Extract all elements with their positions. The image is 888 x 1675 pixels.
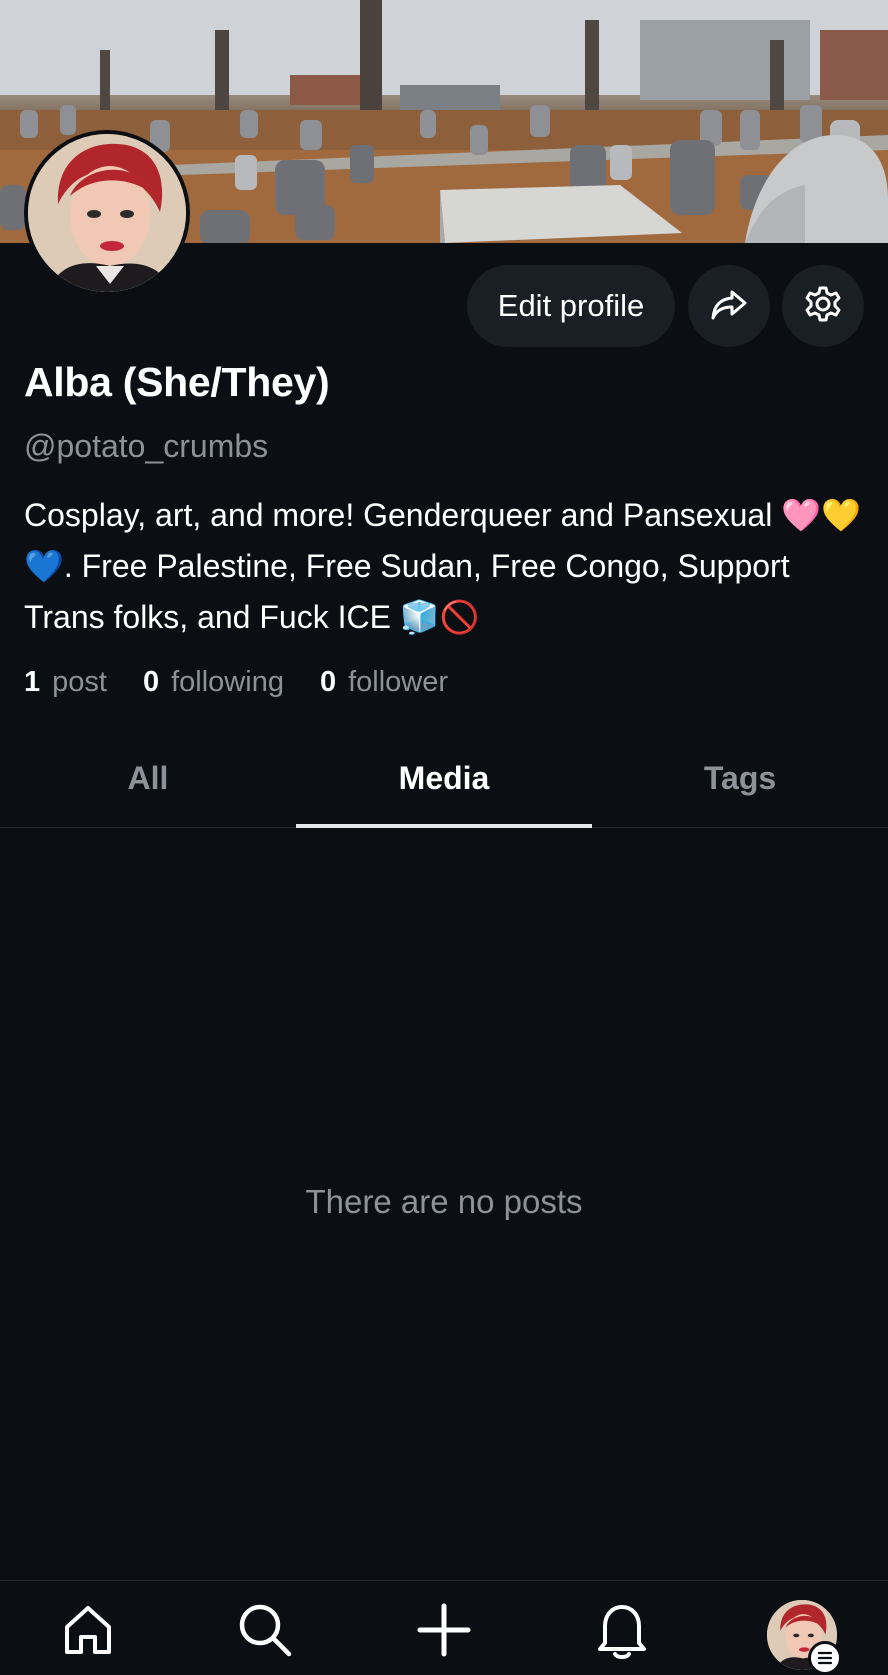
share-icon — [709, 284, 749, 329]
following-label: following — [171, 666, 284, 698]
tab-tags-label: Tags — [703, 760, 777, 796]
edit-profile-label: Edit profile — [497, 288, 645, 323]
avatar-image — [28, 134, 186, 292]
gear-icon — [803, 284, 843, 329]
tab-media-label: Media — [398, 760, 490, 796]
posts-count: 1 — [24, 666, 41, 698]
tab-media[interactable]: Media — [296, 730, 592, 828]
posts-stat[interactable]: 1 post — [24, 666, 107, 699]
posts-label: post — [52, 666, 107, 698]
share-button[interactable] — [688, 265, 770, 347]
nav-notifications[interactable] — [587, 1597, 657, 1667]
nav-home[interactable] — [53, 1597, 123, 1667]
active-tab-indicator — [296, 824, 592, 828]
bio: Cosplay, art, and more! Genderqueer and … — [24, 497, 861, 635]
tab-all-label: All — [127, 760, 169, 796]
nav-create[interactable] — [409, 1597, 479, 1667]
search-icon — [234, 1599, 296, 1666]
settings-button[interactable] — [782, 265, 864, 347]
home-icon — [59, 1601, 117, 1664]
tab-all[interactable]: All — [0, 730, 296, 827]
bell-icon — [593, 1599, 651, 1666]
display-name: Alba (She/They) — [24, 359, 330, 405]
followers-label: follower — [348, 666, 449, 698]
nav-search[interactable] — [230, 1597, 300, 1667]
edit-profile-button[interactable]: Edit profile — [467, 265, 675, 347]
menu-badge-icon[interactable] — [808, 1641, 842, 1675]
profile-tabs: All Media Tags — [0, 730, 888, 828]
plus-icon — [414, 1600, 474, 1665]
handle: @potato_crumbs — [24, 428, 269, 464]
followers-stat[interactable]: 0 follower — [320, 666, 448, 699]
following-count: 0 — [142, 666, 160, 698]
followers-count: 0 — [319, 666, 337, 698]
empty-state-message: There are no posts — [305, 1183, 583, 1220]
profile-avatar[interactable] — [24, 130, 190, 296]
profile-stats: 1 post 0 following 0 follower — [24, 666, 448, 699]
tab-tags[interactable]: Tags — [592, 730, 888, 827]
bottom-navigation — [0, 1580, 888, 1672]
following-stat[interactable]: 0 following — [143, 666, 284, 699]
